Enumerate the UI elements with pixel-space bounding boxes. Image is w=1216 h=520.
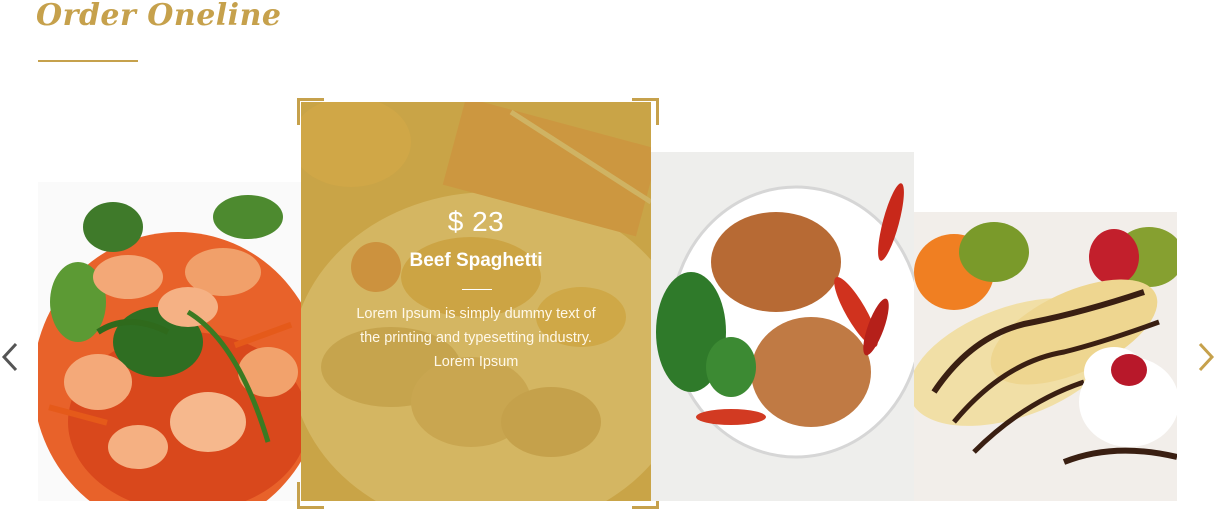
carousel-next-button[interactable] [1194,342,1216,372]
fried-cutlet-image [651,152,914,501]
item-divider [462,289,492,290]
food-card-cutlet[interactable] [651,152,914,501]
item-price: $ 23 [447,206,505,237]
section-title: Order Oneline [36,0,282,33]
featured-item-overlay: $ 23 Beef Spaghetti Lorem Ipsum is simpl… [301,102,651,501]
title-underline [38,60,138,62]
food-card-shrimp[interactable] [38,182,301,501]
banana-dessert-image [914,212,1177,501]
food-card-banana[interactable] [914,212,1177,501]
shrimp-salad-image [38,182,301,501]
carousel-prev-button[interactable] [0,342,22,372]
food-card-featured[interactable]: $ 23 Beef Spaghetti Lorem Ipsum is simpl… [301,102,651,501]
item-description: Lorem Ipsum is simply dummy text of the … [356,306,596,370]
order-online-section: Order Oneline $ 23 Beef Spaghetti Lorem … [0,0,1216,520]
chevron-right-icon [1198,342,1215,372]
chevron-left-icon [1,342,18,372]
item-name: Beef Spaghetti [409,250,543,271]
